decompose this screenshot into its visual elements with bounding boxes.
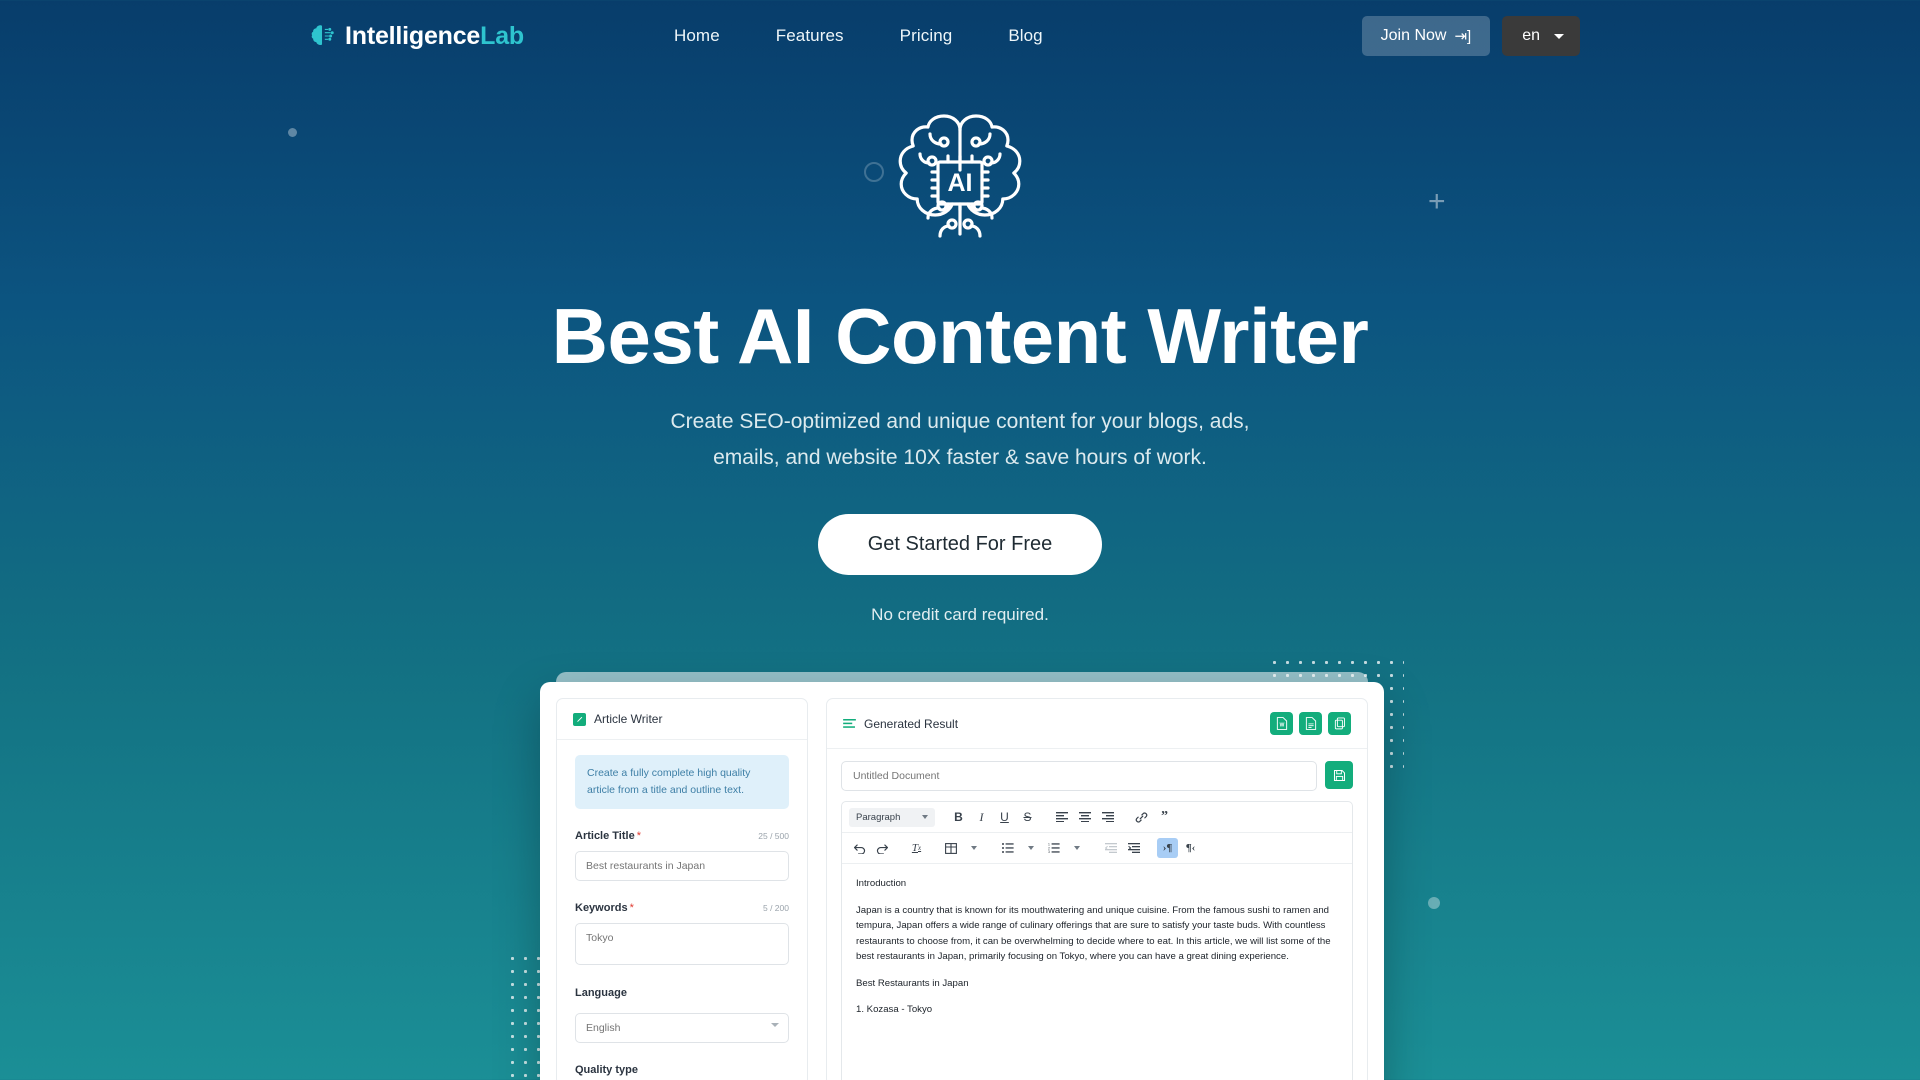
main-nav: Home Features Pricing Blog <box>674 26 1043 46</box>
document-title-row <box>827 749 1367 791</box>
table-button[interactable] <box>940 838 961 858</box>
numbered-list-dropdown[interactable] <box>1066 838 1087 858</box>
align-right-button[interactable] <box>1097 807 1118 827</box>
brand-name: IntelligenceLab <box>345 22 524 51</box>
pencil-square-icon <box>573 712 586 726</box>
info-box: Create a fully complete high quality art… <box>575 755 789 809</box>
quality-type-label: Quality type <box>575 1064 638 1076</box>
no-credit-card-note: No credit card required. <box>871 605 1049 625</box>
svg-text:3: 3 <box>1048 850 1050 853</box>
field-article-title: Article Title * 25 / 500 <box>575 826 789 881</box>
ai-brain-chip-icon: AI <box>898 114 1022 238</box>
ltr-button[interactable]: ›¶ <box>1157 838 1178 858</box>
strikethrough-button[interactable]: S <box>1017 807 1038 827</box>
page-title: Best AI Content Writer <box>551 292 1369 380</box>
login-arrow-icon: ⇥] <box>1454 27 1472 45</box>
get-started-button[interactable]: Get Started For Free <box>817 514 1103 576</box>
undo-button[interactable] <box>849 838 870 858</box>
deco-dot-right <box>1428 897 1440 909</box>
export-word-button[interactable]: W <box>1270 712 1293 735</box>
blockquote-button[interactable]: ” <box>1154 807 1175 827</box>
table-dropdown[interactable] <box>963 838 984 858</box>
article-title-input[interactable] <box>575 851 789 881</box>
editor-toolbar-row-2: Tx 123 ›¶ ¶‹ <box>842 833 1352 864</box>
nav-item-pricing[interactable]: Pricing <box>900 26 953 46</box>
document-list-item-1: 1. Kozasa - Tokyo <box>856 1004 933 1016</box>
document-title-input[interactable] <box>841 761 1317 791</box>
underline-button[interactable]: U <box>994 807 1015 827</box>
document-section-heading: Best Restaurants in Japan <box>856 977 969 989</box>
language-label: Language <box>575 987 627 999</box>
bullet-list-button[interactable] <box>997 838 1018 858</box>
keywords-input[interactable] <box>575 923 789 965</box>
brand-name-secondary: Lab <box>480 21 524 50</box>
field-keywords: Keywords * 5 / 200 <box>575 898 789 970</box>
indent-button[interactable] <box>1123 838 1144 858</box>
brand-name-primary: Intelligence <box>345 21 481 50</box>
brand-logo[interactable]: IntelligenceLab <box>310 21 524 51</box>
document-paragraph: Japan is a country that is known for its… <box>856 904 1331 963</box>
nav-item-blog[interactable]: Blog <box>1008 26 1042 46</box>
keywords-label: Keywords * <box>575 902 634 914</box>
field-language: Language <box>575 987 789 1043</box>
save-document-button[interactable] <box>1325 761 1353 789</box>
app-preview-card: Article Writer Create a fully complete h… <box>540 682 1384 1080</box>
generated-result-panel: Generated Result W Par <box>826 698 1368 1080</box>
align-left-button[interactable] <box>1051 807 1072 827</box>
italic-button[interactable]: I <box>971 807 992 827</box>
link-button[interactable] <box>1131 807 1152 827</box>
article-writer-panel: Article Writer Create a fully complete h… <box>556 698 808 1080</box>
document-heading: Introduction <box>856 878 907 889</box>
copy-button[interactable] <box>1328 712 1351 735</box>
generated-result-title: Generated Result <box>864 716 959 731</box>
numbered-list-button[interactable]: 123 <box>1043 838 1064 858</box>
language-value: en <box>1522 27 1540 44</box>
outdent-button[interactable] <box>1100 838 1121 858</box>
field-quality-type: Quality type <box>575 1060 789 1078</box>
nav-item-home[interactable]: Home <box>674 26 720 46</box>
article-title-counter: 25 / 500 <box>758 831 789 841</box>
hero-subtitle-line2: emails, and website 10X faster & save ho… <box>713 446 1207 469</box>
language-selector[interactable]: en <box>1502 16 1580 56</box>
language-select[interactable] <box>575 1013 789 1043</box>
chevron-down-icon <box>922 815 928 819</box>
nav-item-features[interactable]: Features <box>776 26 844 46</box>
redo-button[interactable] <box>872 838 893 858</box>
site-header: IntelligenceLab Home Features Pricing Bl… <box>0 0 1920 72</box>
rtl-button[interactable]: ¶‹ <box>1180 838 1201 858</box>
join-now-button[interactable]: Join Now ⇥] <box>1361 16 1491 56</box>
generated-result-actions: W <box>1270 712 1351 735</box>
generated-result-header: Generated Result W <box>827 699 1367 749</box>
clear-format-button[interactable]: Tx <box>906 838 927 858</box>
join-now-label: Join Now <box>1380 27 1447 44</box>
deco-dotgrid-bottom-left <box>506 952 542 1080</box>
hero-subtitle: Create SEO-optimized and unique content … <box>0 404 1920 476</box>
brain-circuit-icon <box>311 25 334 46</box>
svg-text:W: W <box>1279 723 1284 729</box>
article-writer-header: Article Writer <box>557 699 807 740</box>
article-writer-body: Create a fully complete high quality art… <box>557 740 807 1080</box>
keywords-counter: 5 / 200 <box>763 903 789 913</box>
chevron-down-icon <box>1554 33 1564 39</box>
document-content[interactable]: Introduction Japan is a country that is … <box>842 864 1352 1041</box>
bullet-list-dropdown[interactable] <box>1020 838 1041 858</box>
article-title-label: Article Title * <box>575 830 641 842</box>
editor-toolbar-row-1: Paragraph B I U S ” <box>842 802 1352 833</box>
block-format-select[interactable]: Paragraph <box>849 807 935 827</box>
block-format-value: Paragraph <box>856 811 901 823</box>
floppy-save-icon <box>1333 769 1345 781</box>
list-lines-icon <box>843 718 856 728</box>
article-writer-title: Article Writer <box>594 712 663 726</box>
rich-text-editor: Paragraph B I U S ” Tx 1 2 3 ›¶ ¶‹ Intro… <box>841 801 1353 1080</box>
hero-subtitle-line1: Create SEO-optimized and unique content … <box>670 409 1250 433</box>
chevron-down-icon <box>771 1022 779 1027</box>
header-actions: Join Now ⇥] en <box>1361 16 1580 56</box>
chip-label: AI <box>948 169 973 197</box>
hero-section: AI Best AI Content Writer Create SEO-opt… <box>0 72 1920 625</box>
export-doc-button[interactable] <box>1299 712 1322 735</box>
align-center-button[interactable] <box>1074 807 1095 827</box>
bold-button[interactable]: B <box>948 807 969 827</box>
